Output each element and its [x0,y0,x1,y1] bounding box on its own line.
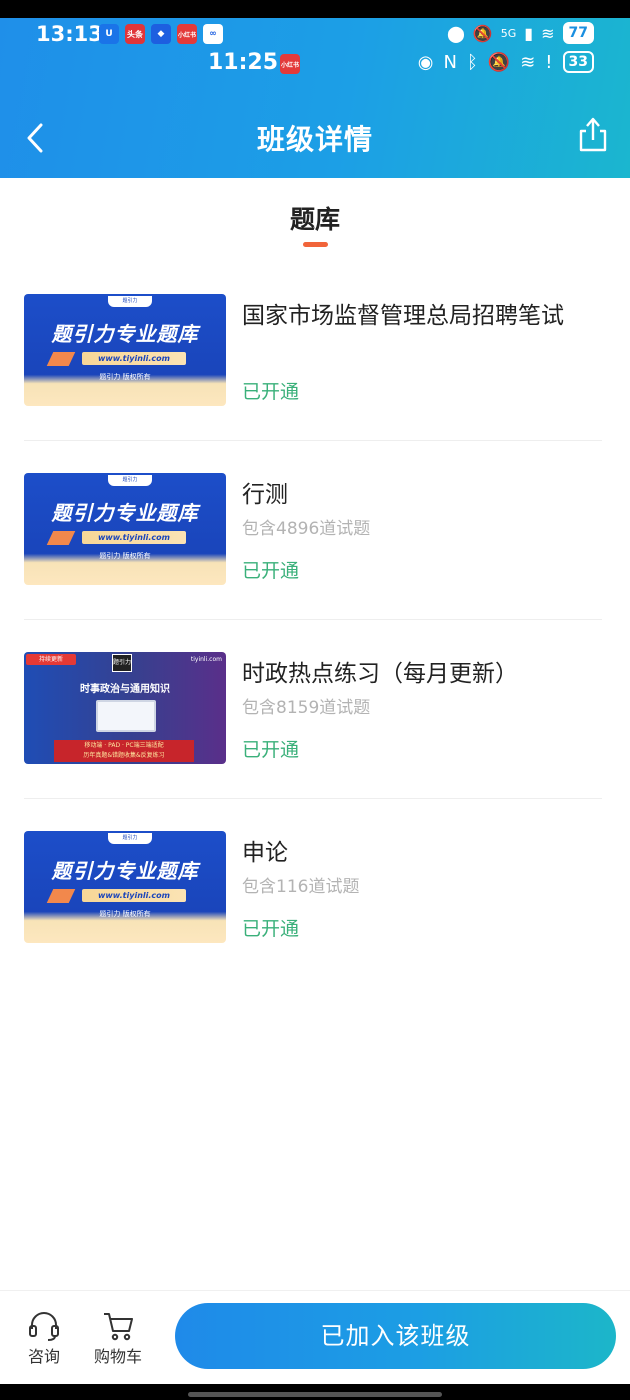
xiaohongshu-app-icon: 小红书 [280,54,300,74]
status-indicators-outer: ⬤ 🔕 5G ▮ ≋ 77 [447,22,594,44]
status-app-icon-inner: 小红书 [280,54,300,74]
list-item[interactable]: 题引力 题引力专业题库 www.tiyinli.com 题引力 版权所有 行测 … [24,441,602,620]
item-thumbnail: 持续更新 题引力 tiyinli.com 时事政治与通用知识 移动端 · PAD… [24,652,226,764]
promo-red-line1: 移动端 · PAD · PC端三端适配 [84,742,164,749]
banner-tag: 题引力 [108,475,152,486]
item-status: 已开通 [242,381,300,403]
home-indicator[interactable] [188,1392,442,1397]
network-label: 5G [500,26,517,40]
signal-icon: ▮ [524,23,534,43]
item-thumbnail: 题引力 题引力专业题库 www.tiyinli.com 题引力 版权所有 [24,831,226,943]
consult-label: 咨询 [27,1347,60,1366]
mute-icon: 🔕 [472,23,493,43]
system-top-strip [0,0,630,18]
status-app-icons: U 头条 ◆ 小红书 ∞ [99,24,223,44]
cart-label: 购物车 [93,1347,142,1366]
bottom-bar: 咨询 购物车 已加入该班级 [0,1290,630,1384]
security-app-icon: U [99,24,119,44]
banner-copyright: 题引力 版权所有 [99,910,151,918]
alert-icon: ! [545,51,553,73]
page-title: 班级详情 [256,123,373,156]
banner-url: www.tiyinli.com [82,352,186,365]
wifi-icon: ≋ [541,23,555,43]
banner-copyright: 题引力 版权所有 [99,373,151,381]
nfc-icon: Ν [443,51,457,73]
item-name: 国家市场监督管理总局招聘笔试 [242,303,564,329]
eye-icon: ◉ [417,51,434,73]
promo-site: tiyinli.com [190,656,222,663]
bluetooth-icon: ᛒ [466,51,478,73]
banner-url: www.tiyinli.com [82,531,186,544]
location-icon: ⬤ [446,23,465,43]
book-icon [46,352,76,366]
status-time-inner: 11:25 [208,50,279,75]
item-thumbnail: 题引力 题引力专业题库 www.tiyinli.com 题引力 版权所有 [24,473,226,585]
item-status: 已开通 [242,918,300,940]
share-icon [579,117,607,152]
gesture-area [0,1384,630,1400]
cart-icon [88,1309,148,1343]
banner-tag: 题引力 [108,833,152,844]
promo-logo: 题引力 [112,654,132,672]
list-item[interactable]: 持续更新 题引力 tiyinli.com 时事政治与通用知识 移动端 · PAD… [24,620,602,799]
banner-tag: 题引力 [108,296,152,307]
banner-title: 题引力专业题库 [51,501,199,525]
app-icon: ◆ [151,24,171,44]
list-item[interactable]: 题引力 题引力专业题库 www.tiyinli.com 题引力 版权所有 国家市… [24,262,602,441]
mute-icon: 🔕 [487,51,511,73]
tab-underline [303,242,328,247]
item-name: 申论 [242,840,288,866]
item-count: 包含4896道试题 [242,519,371,539]
baidu-netdisk-app-icon: ∞ [203,24,223,44]
question-bank-list: 题引力 题引力专业题库 www.tiyinli.com 题引力 版权所有 国家市… [24,262,602,978]
book-icon [46,531,76,545]
consult-button[interactable]: 咨询 [14,1309,74,1367]
banner-title: 题引力专业题库 [51,322,199,346]
status-indicators-inner: ◉ Ν ᛒ 🔕 ≋ ! 33 [418,51,594,73]
status-time-outer: 13:13 [36,22,103,46]
promo-badge: 持续更新 [26,654,76,665]
share-button[interactable] [578,116,608,154]
headset-icon [14,1309,74,1343]
joined-class-button[interactable]: 已加入该班级 [175,1303,616,1369]
item-name: 时政热点练习（每月更新） [242,661,518,687]
tab-question-bank[interactable]: 题库 [0,200,630,236]
list-item[interactable]: 题引力 题引力专业题库 www.tiyinli.com 题引力 版权所有 申论 … [24,799,602,978]
wifi-icon: ≋ [520,51,536,73]
toutiao-app-icon: 头条 [125,24,145,44]
banner-url: www.tiyinli.com [82,889,186,902]
header: 13:13 U 头条 ◆ 小红书 ∞ ⬤ 🔕 5G ▮ ≋ 77 11:25 小… [0,18,630,178]
book-icon [46,889,76,903]
item-count: 包含8159道试题 [242,698,371,718]
promo-subtitle: 时事政治与通用知识 [80,684,170,695]
banner-copyright: 题引力 版权所有 [99,552,151,560]
battery-inner: 33 [562,51,594,73]
item-thumbnail: 题引力 题引力专业题库 www.tiyinli.com 题引力 版权所有 [24,294,226,406]
promo-red-banner: 移动端 · PAD · PC端三端适配 历年真题&错题收集&反复练习 [54,740,194,762]
promo-red-line2: 历年真题&错题收集&反复练习 [83,752,165,759]
banner-title: 题引力专业题库 [51,859,199,883]
xiaohongshu-app-icon: 小红书 [177,24,197,44]
item-status: 已开通 [242,560,300,582]
battery-outer: 77 [562,22,594,44]
device-illustration [96,700,156,732]
cart-button[interactable]: 购物车 [88,1309,148,1367]
item-status: 已开通 [242,739,300,761]
item-name: 行测 [242,482,288,508]
item-count: 包含116道试题 [242,877,360,897]
